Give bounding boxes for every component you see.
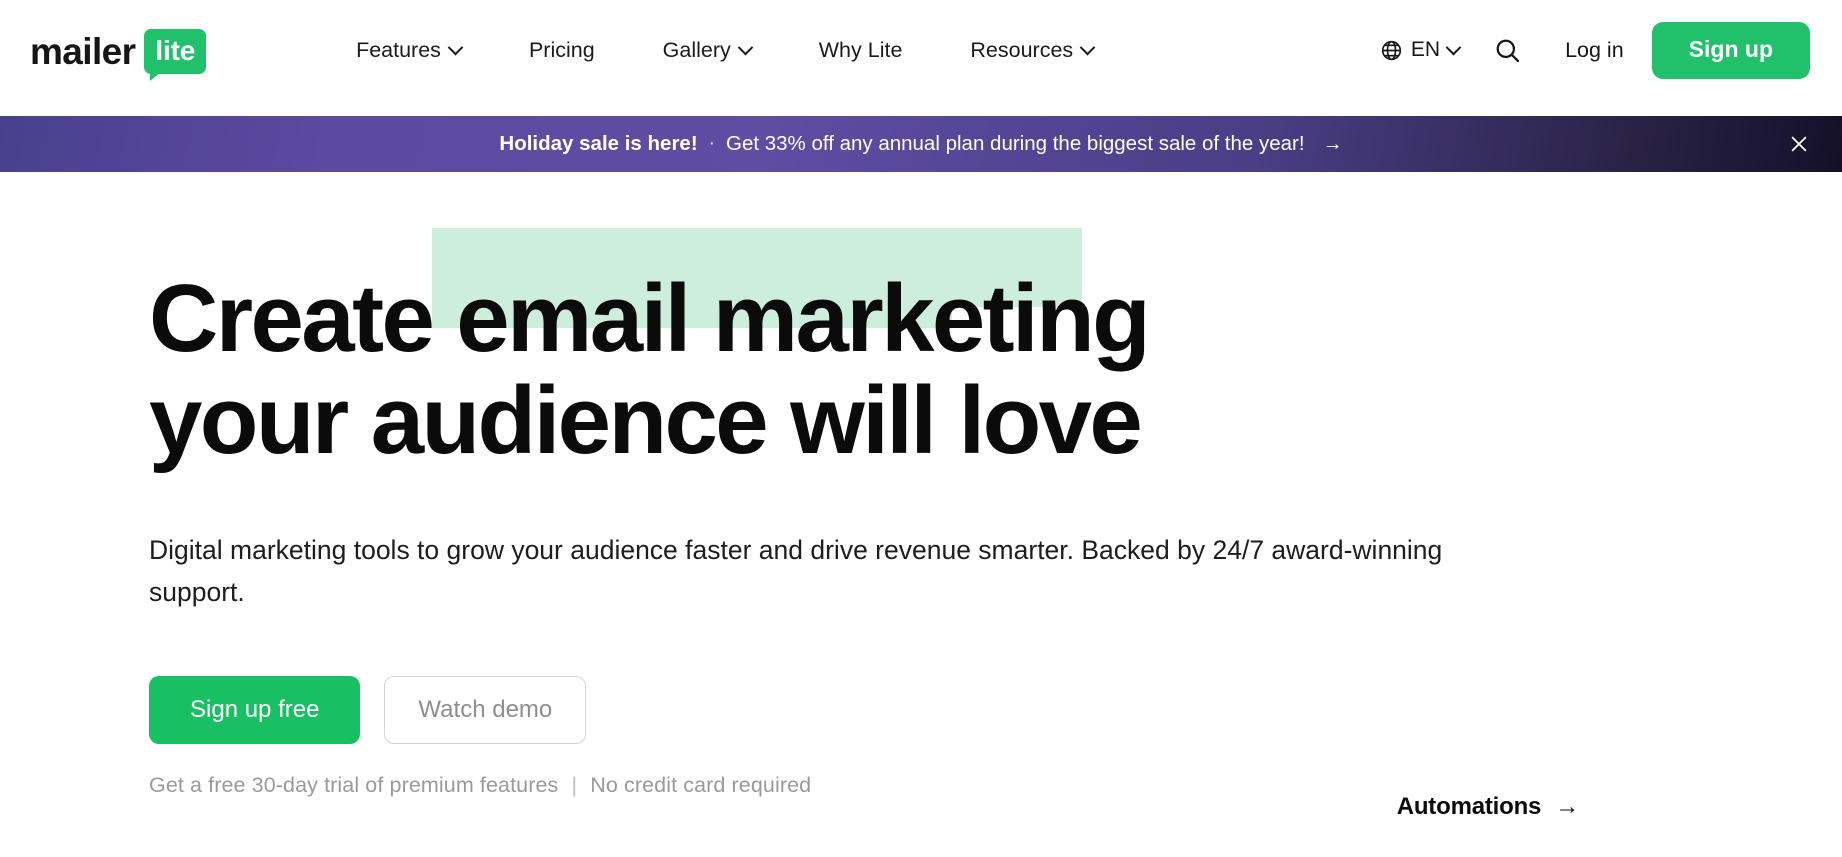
promo-banner-headline: Holiday sale is here!: [499, 132, 698, 155]
close-icon: [1791, 136, 1807, 152]
login-link[interactable]: Log in: [1535, 38, 1652, 63]
page-title: Create email marketing your audience will…: [149, 228, 1842, 474]
nav-item-pricing[interactable]: Pricing: [495, 38, 629, 63]
chevron-down-icon: [1445, 39, 1462, 55]
logo-badge-lite: lite: [144, 28, 207, 81]
search-button[interactable]: [1479, 30, 1535, 70]
fineprint-no-credit-card: No credit card required: [590, 773, 812, 798]
hero-subtitle: Digital marketing tools to grow your aud…: [149, 534, 1443, 608]
arrow-right-icon: →: [1555, 793, 1579, 820]
nav-label-gallery: Gallery: [662, 37, 731, 62]
automations-link[interactable]: Automations →: [1397, 793, 1579, 821]
headline-text-highlight: email marketing: [456, 265, 1151, 372]
speech-bubble-tail-icon: [150, 71, 162, 81]
search-icon: [1496, 39, 1519, 62]
site-header: mailer lite Features Pricing Gallery Why…: [0, 0, 1842, 116]
arrow-right-icon: →: [1322, 132, 1343, 155]
nav-item-resources[interactable]: Resources: [936, 38, 1127, 63]
headline-highlight-wrap: email marketing: [432, 228, 1170, 372]
headline-text-create: Create: [149, 265, 435, 372]
signup-button[interactable]: Sign up: [1651, 21, 1810, 79]
logo-badge-label: lite: [144, 28, 207, 74]
nav-label-why-lite: Why Lite: [818, 37, 903, 62]
language-selector[interactable]: EN: [1380, 38, 1465, 62]
nav-label-resources: Resources: [970, 37, 1074, 62]
language-code: EN: [1410, 38, 1441, 61]
nav-label-features: Features: [356, 37, 441, 62]
header-actions: EN Log in Sign up: [1380, 21, 1810, 79]
promo-banner-separator: ·: [708, 133, 715, 154]
chevron-down-icon: [447, 39, 464, 55]
chevron-down-icon: [1079, 39, 1096, 55]
nav-item-features[interactable]: Features: [322, 38, 495, 63]
globe-icon: [1381, 40, 1402, 60]
promo-banner: Holiday sale is here! · Get 33% off any …: [0, 116, 1842, 172]
hero-cta-row: Sign up free Watch demo: [149, 676, 1842, 745]
hero-fineprint: Get a free 30-day trial of premium featu…: [149, 773, 1842, 798]
fineprint-separator: |: [571, 773, 578, 798]
hero-section: Create email marketing your audience will…: [0, 172, 1842, 857]
fineprint-trial: Get a free 30-day trial of premium featu…: [149, 773, 559, 798]
headline-line-2: your audience will love: [149, 366, 1143, 474]
automations-label: Automations: [1396, 793, 1542, 820]
signup-free-button[interactable]: Sign up free: [149, 676, 361, 745]
promo-banner-text: Get 33% off any annual plan during the b…: [726, 132, 1305, 155]
headline-line-1: Create email marketing: [149, 228, 1842, 372]
nav-item-why-lite[interactable]: Why Lite: [785, 38, 937, 63]
watch-demo-button[interactable]: Watch demo: [384, 676, 587, 745]
promo-banner-close-button[interactable]: [1782, 127, 1816, 161]
nav-label-pricing: Pricing: [528, 37, 595, 62]
nav-item-gallery[interactable]: Gallery: [629, 38, 785, 63]
logo[interactable]: mailer lite: [30, 28, 207, 81]
main-navigation: Features Pricing Gallery Why Lite Resour…: [322, 38, 1127, 63]
promo-banner-link[interactable]: Holiday sale is here! · Get 33% off any …: [499, 132, 1342, 156]
chevron-down-icon: [737, 39, 754, 55]
logo-text-mailer: mailer: [30, 30, 136, 72]
